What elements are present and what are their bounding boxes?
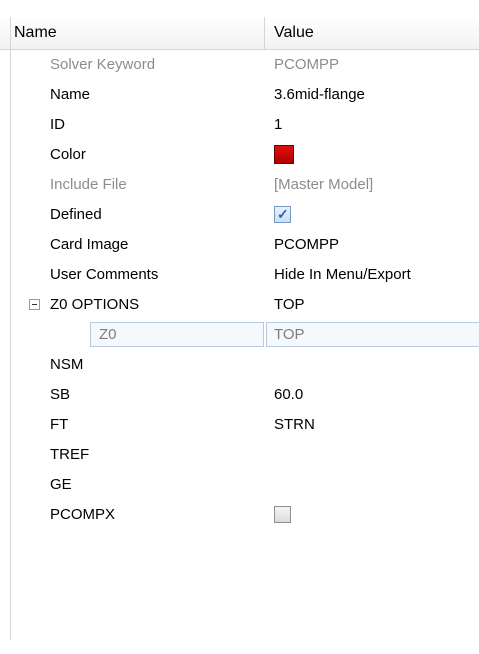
property-name: Card Image [50, 236, 129, 253]
property-name: Color [50, 146, 86, 163]
property-rows: Solver Keyword PCOMPP Name 3.6mid-flange… [0, 50, 479, 530]
column-header-value[interactable]: Value [270, 17, 479, 49]
property-row-include-file[interactable]: Include File [Master Model] [0, 170, 479, 200]
property-value[interactable]: STRN [274, 410, 315, 440]
property-row-sb[interactable]: SB 60.0 [0, 380, 479, 410]
property-name: NSM [50, 356, 84, 373]
color-swatch[interactable] [274, 145, 294, 164]
property-name: SB [50, 386, 71, 403]
property-row-ge[interactable]: GE [0, 470, 479, 500]
property-name: TREF [50, 446, 90, 463]
column-separator[interactable] [264, 17, 265, 49]
property-name: Z0 OPTIONS [50, 296, 140, 313]
property-name: GE [50, 476, 72, 493]
property-name: User Comments [50, 266, 159, 283]
property-value: [Master Model] [274, 176, 374, 193]
property-row-card-image[interactable]: Card Image PCOMPP [0, 230, 479, 260]
property-value: PCOMPP [274, 56, 340, 73]
property-name: Include File [50, 176, 127, 193]
property-row-z0[interactable]: Z0 TOP [0, 320, 479, 350]
property-value[interactable]: Hide In Menu/Export [274, 260, 411, 290]
property-row-nsm[interactable]: NSM [0, 350, 479, 380]
property-name: Defined [50, 206, 102, 223]
checkmark-icon: ✓ [277, 206, 289, 222]
property-row-tref[interactable]: TREF [0, 440, 479, 470]
property-row-user-comments[interactable]: User Comments Hide In Menu/Export [0, 260, 479, 290]
property-value: TOP [274, 326, 305, 343]
property-value[interactable]: PCOMPP [274, 230, 339, 260]
pcompx-checkbox[interactable] [274, 506, 291, 523]
property-value[interactable]: 3.6mid-flange [274, 80, 365, 110]
defined-checkbox[interactable]: ✓ [274, 206, 291, 223]
property-grid: Name Value Solver Keyword PCOMPP Name 3.… [0, 0, 479, 654]
property-row-z0-options[interactable]: Z0 OPTIONS TOP [0, 290, 479, 320]
property-value[interactable]: 60.0 [274, 380, 303, 410]
property-row-solver-keyword[interactable]: Solver Keyword PCOMPP [0, 50, 479, 80]
property-row-defined[interactable]: Defined ✓ [0, 200, 479, 230]
grid-header: Name Value [0, 17, 479, 50]
property-name: Name [50, 86, 91, 103]
property-row-name[interactable]: Name 3.6mid-flange [0, 80, 479, 110]
property-name: FT [50, 416, 69, 433]
property-name: Solver Keyword [50, 56, 156, 73]
property-name: PCOMPX [50, 506, 116, 523]
property-row-ft[interactable]: FT STRN [0, 410, 479, 440]
column-header-name[interactable]: Name [10, 17, 264, 49]
property-row-id[interactable]: ID 1 [0, 110, 479, 140]
property-value[interactable]: 1 [274, 110, 282, 140]
property-row-pcompx[interactable]: PCOMPX [0, 500, 479, 530]
property-row-color[interactable]: Color [0, 140, 479, 170]
minus-icon[interactable] [29, 299, 40, 310]
property-name: Z0 [99, 326, 117, 343]
property-value[interactable]: TOP [274, 290, 305, 320]
property-name: ID [50, 116, 65, 133]
